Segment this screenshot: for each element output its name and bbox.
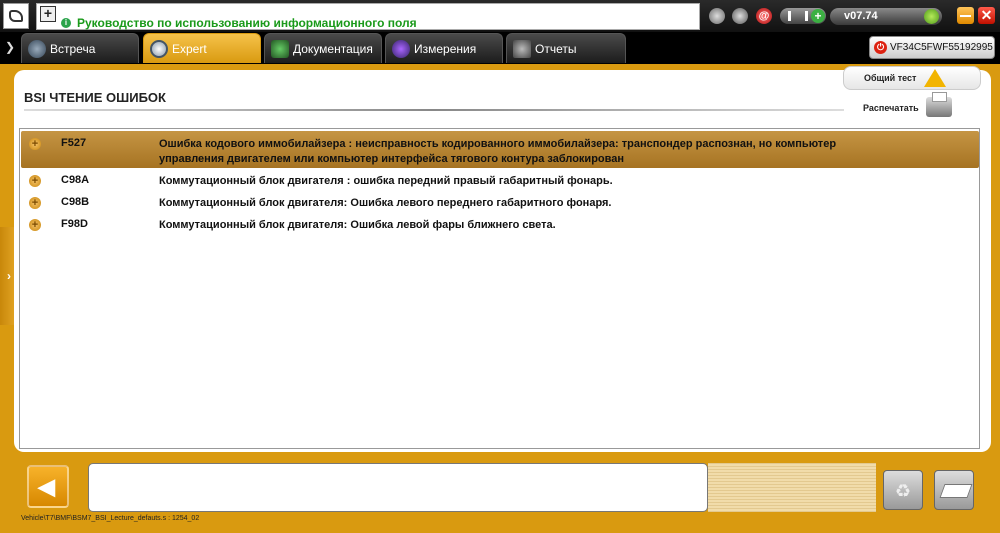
vin-label: VF34C5FWF55192995 — [890, 42, 993, 53]
connection-status-icon[interactable]: + — [780, 8, 826, 24]
info-field[interactable]: + i Руководство по использованию информа… — [36, 3, 700, 30]
arrow-left-icon: ◀ — [38, 474, 55, 499]
expand-icon[interactable]: + — [29, 175, 41, 187]
download-icon[interactable] — [709, 8, 725, 24]
tab-measurements[interactable]: Измерения — [385, 33, 503, 63]
version-label: v07.74 — [844, 10, 878, 22]
fault-description: Ошибка кодового иммобилайзера : неисправ… — [159, 138, 837, 165]
tab-label: Документация — [293, 42, 373, 56]
version-badge: v07.74 — [830, 8, 942, 25]
tab-label: Измерения — [414, 42, 477, 56]
script-path: Vehicle\T7\BMF\BSM7_BSI_Lecture_defauts.… — [21, 515, 200, 522]
expand-icon[interactable]: + — [29, 138, 41, 150]
fault-row[interactable]: + C98A Коммутационный блок двигателя : о… — [21, 171, 979, 191]
page-title: BSI ЧТЕНИЕ ОШИБОК — [24, 90, 166, 105]
chevron-down-icon[interactable]: ❯ — [2, 36, 18, 58]
waveform-icon — [392, 40, 410, 58]
print-label: Распечатать — [863, 103, 919, 113]
app-window: + i Руководство по использованию информа… — [0, 0, 1000, 533]
back-button[interactable]: ◀ — [27, 465, 69, 508]
fault-code: F98D — [61, 218, 88, 230]
print-button[interactable]: Распечатать — [843, 92, 981, 121]
tab-documentation[interactable]: Документация — [264, 33, 382, 63]
expand-info-button[interactable]: + — [40, 6, 56, 22]
leaf-icon — [924, 9, 939, 24]
title-divider — [24, 109, 844, 111]
magnifier-icon — [150, 40, 168, 58]
expand-icon[interactable]: + — [29, 219, 41, 231]
eraser-button[interactable] — [934, 470, 974, 510]
fault-row[interactable]: + F527 Ошибка кодового иммобилайзера : н… — [21, 131, 979, 168]
fault-row[interactable]: + F98D Коммутационный блок двигателя: Ош… — [21, 215, 979, 235]
fault-code: C98B — [61, 196, 90, 208]
tab-expert[interactable]: Expert — [143, 33, 261, 63]
minimize-button[interactable] — [957, 7, 974, 24]
printer-icon — [926, 92, 952, 117]
expand-icon[interactable]: + — [29, 197, 41, 209]
message-area — [88, 463, 708, 512]
vin-button[interactable]: ⏻ VF34C5FWF55192995 — [869, 36, 995, 59]
general-test-button[interactable]: Общий тест — [843, 66, 981, 90]
report-icon — [513, 40, 531, 58]
general-test-label: Общий тест — [864, 73, 917, 83]
tab-label: Expert — [172, 42, 207, 56]
tab-label: Отчеты — [535, 42, 577, 56]
fault-code: C98A — [61, 174, 90, 186]
power-icon: ⏻ — [874, 41, 887, 54]
fault-description: Коммутационный блок двигателя: Ошибка ле… — [159, 219, 556, 231]
fault-description: Коммутационный блок двигателя : ошибка п… — [159, 175, 613, 187]
tab-label: Встреча — [50, 42, 96, 56]
document-icon — [271, 40, 289, 58]
user-icon[interactable] — [732, 8, 748, 24]
email-icon[interactable]: @ — [756, 8, 772, 24]
peugeot-logo-icon[interactable] — [3, 3, 29, 29]
info-icon: i — [61, 18, 71, 28]
tab-vstrecha[interactable]: Встреча — [21, 33, 139, 63]
close-button[interactable]: ✕ — [978, 7, 995, 24]
globe-icon — [28, 40, 46, 58]
fault-list: + F527 Ошибка кодового иммобилайзера : н… — [19, 128, 980, 449]
fault-code: F527 — [61, 137, 87, 149]
tab-reports[interactable]: Отчеты — [506, 33, 626, 63]
fault-description: Коммутационный блок двигателя: Ошибка ле… — [159, 197, 612, 209]
recycle-button[interactable]: ♻ — [883, 470, 923, 510]
status-area — [708, 463, 876, 512]
fault-row[interactable]: + C98B Коммутационный блок двигателя: Ош… — [21, 193, 979, 213]
warning-icon — [924, 69, 946, 87]
info-field-text[interactable]: Руководство по использованию информацион… — [77, 16, 417, 30]
